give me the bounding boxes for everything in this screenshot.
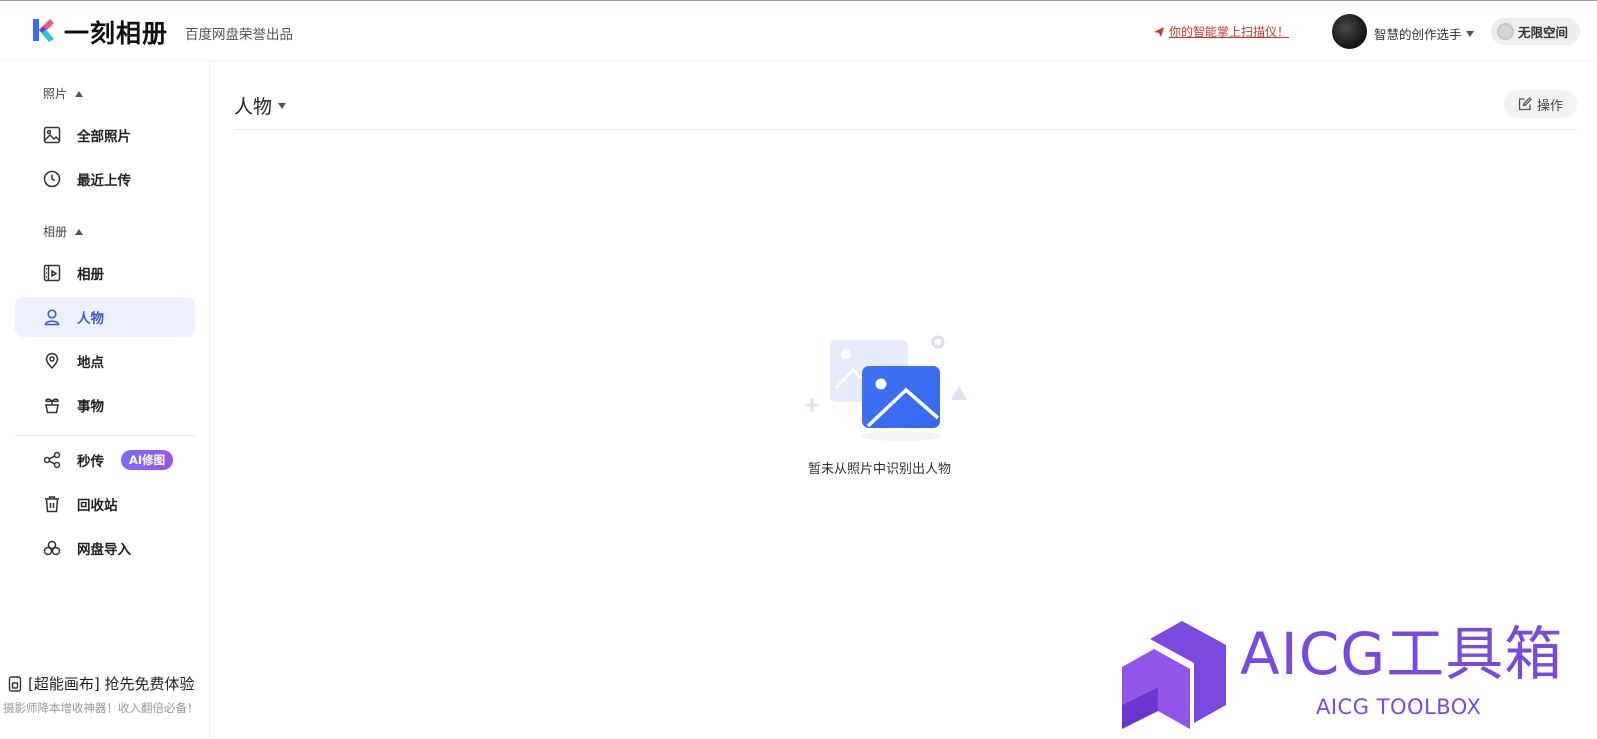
canvas-promo-link[interactable]: [超能画布] 抢先免费体验 [0,673,210,694]
chevron-up-icon [75,90,84,97]
album-icon [42,263,62,283]
trash-icon [42,494,62,514]
sidebar-bottom-promo: [超能画布] 抢先免费体验 摄影师降本增收神器！收入翻倍必备！ [0,673,210,716]
storage-icon [1497,23,1514,40]
sidebar-item-label: 地点 [77,355,104,371]
chevron-down-icon [278,102,287,109]
sidebar-item-netdisk-import[interactable]: 网盘导入 [15,528,195,568]
sidebar-item-things[interactable]: 事物 [15,385,195,425]
scanner-promo-text: 你的智能掌上扫描仪！ [1169,25,1290,39]
albums-section-toggle[interactable]: 相册 [43,223,84,240]
app-logo-icon[interactable] [30,17,56,43]
sidebar-item-label: 网盘导入 [77,542,131,558]
empty-photos-illustration [805,335,967,441]
sidebar-item-label: 人物 [77,311,104,327]
user-menu[interactable]: 智慧的创作选手 [1374,24,1474,43]
app-tagline: 百度网盘荣誉出品 [185,27,293,43]
canvas-promo-text: [超能画布] 抢先免费体验 [28,675,195,693]
page-title-dropdown[interactable]: 人物 [234,92,287,119]
sidebar-item-recycle-bin[interactable]: 回收站 [15,484,195,524]
phone-icon [8,675,22,692]
sidebar-item-instant-upload[interactable]: 秒传 AI修图 [15,440,195,480]
sidebar: 照片 全部照片 最近上传 相册 相册 人物 地点 事物 秒传 AI修图 回收站 … [0,61,210,739]
canvas-promo-subtext: 摄影师降本增收神器！收入翻倍必备！ [3,701,199,715]
photos-section-toggle[interactable]: 照片 [43,85,84,102]
sidebar-item-all-photos[interactable]: 全部照片 [15,115,195,155]
sidebar-item-label: 最近上传 [77,173,131,189]
username-label: 智慧的创作选手 [1374,27,1462,42]
operate-button-label: 操作 [1536,98,1563,114]
edit-icon [1518,97,1532,111]
scanner-promo-link[interactable]: 你的智能掌上扫描仪！ [1153,23,1289,40]
plant-pot-icon [42,395,62,415]
cloud-import-icon [42,538,62,558]
user-avatar[interactable] [1332,14,1367,49]
watermark-title: AICG工具箱 [1240,620,1564,688]
albums-section-label: 相册 [43,225,68,239]
sidebar-item-recent-upload[interactable]: 最近上传 [15,159,195,199]
watermark-subtitle: AICG TOOLBOX [1316,695,1482,719]
aicg-toolbox-logo-icon [1122,621,1226,729]
sidebar-divider [15,435,195,436]
sidebar-item-label: 回收站 [77,498,118,514]
page-title: 人物 [234,96,273,118]
location-pin-icon [42,351,62,371]
sidebar-item-label: 全部照片 [77,129,131,145]
chevron-down-icon [1465,30,1474,37]
storage-space-button[interactable]: 无限空间 [1491,18,1580,45]
sidebar-item-label: 相册 [77,267,104,283]
person-icon [42,307,62,327]
app-name[interactable]: 一刻相册 [64,14,168,50]
sidebar-item-places[interactable]: 地点 [15,341,195,381]
sidebar-item-albums[interactable]: 相册 [15,253,195,293]
sidebar-item-label: 秒传 [77,454,104,470]
sidebar-item-people[interactable]: 人物 [15,297,195,337]
content-divider [234,129,1577,130]
image-icon [42,125,62,145]
app-header: 一刻相册 百度网盘荣誉出品 你的智能掌上扫描仪！ 智慧的创作选手 无限空间 [0,1,1597,60]
share-nodes-icon [42,450,62,470]
clock-icon [42,169,62,189]
storage-space-label: 无限空间 [1518,25,1569,40]
ai-retouch-badge[interactable]: AI修图 [121,450,174,470]
empty-state-message: 暂未从照片中识别出人物 [808,462,952,477]
photos-section-label: 照片 [43,87,68,101]
paper-plane-icon [1154,26,1164,37]
operate-button[interactable]: 操作 [1504,90,1577,118]
chevron-up-icon [75,228,84,235]
sidebar-item-label: 事物 [77,399,104,415]
